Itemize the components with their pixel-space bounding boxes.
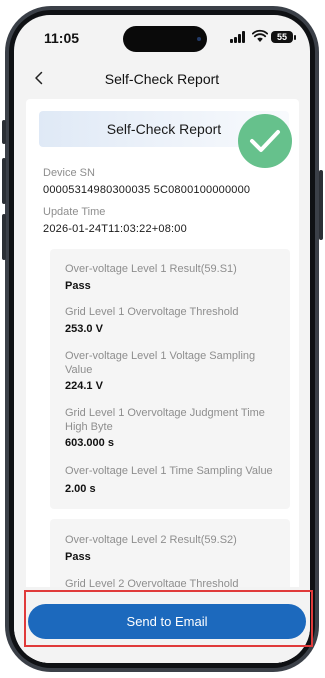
success-check-icon	[238, 114, 292, 168]
result-value: Pass	[65, 280, 91, 292]
voltage-sampling-label: Over-voltage Level 1 Voltage Sampling Va…	[65, 350, 256, 376]
judgment-time-label: Grid Level 1 Overvoltage Judgment Time H…	[65, 407, 265, 433]
camera-dot	[197, 37, 201, 41]
result-value: Pass	[65, 551, 91, 563]
update-time-label: Update Time	[43, 206, 106, 218]
judgment-time-value: 603.000 s	[65, 437, 114, 449]
side-button	[2, 214, 6, 260]
status-time: 11:05	[44, 30, 80, 46]
result-label: Over-voltage Level 1 Result(59.S1)	[65, 263, 237, 275]
signal-icon	[230, 31, 248, 43]
phone-screen: 11:05 55 Self-Check Report Self-Check Re…	[14, 15, 310, 663]
page-title: Self-Check Report	[104, 71, 220, 87]
threshold-label: Grid Level 1 Overvoltage Threshold	[65, 306, 239, 318]
time-sampling-label: Over-voltage Level 1 Time Sampling Value	[65, 465, 273, 477]
nav-bar: Self-Check Report	[14, 59, 310, 99]
side-button	[319, 170, 323, 240]
overvoltage-level-1-section: Over-voltage Level 1 Result(59.S1) Pass …	[50, 249, 290, 509]
threshold-value: 253.0 V	[65, 323, 103, 335]
side-button	[2, 158, 6, 204]
highlight-box	[24, 590, 313, 647]
battery-cap	[294, 35, 296, 40]
wifi-icon	[252, 29, 268, 42]
status-bar: 11:05 55	[14, 15, 310, 57]
side-button	[2, 120, 6, 144]
device-sn-label: Device SN	[43, 167, 95, 179]
device-sn-value: 00005314980300035 5C0800100000000	[43, 184, 251, 196]
voltage-sampling-value: 224.1 V	[65, 380, 103, 392]
battery-icon: 55	[271, 31, 293, 43]
result-label: Over-voltage Level 2 Result(59.S2)	[65, 534, 237, 546]
time-sampling-value: 2.00 s	[65, 483, 96, 495]
dynamic-island	[123, 26, 207, 52]
report-content[interactable]: Self-Check Report Device SN 000053149803…	[26, 99, 299, 663]
update-time-value: 2026-01-24T11:03:22+08:00	[43, 223, 187, 235]
